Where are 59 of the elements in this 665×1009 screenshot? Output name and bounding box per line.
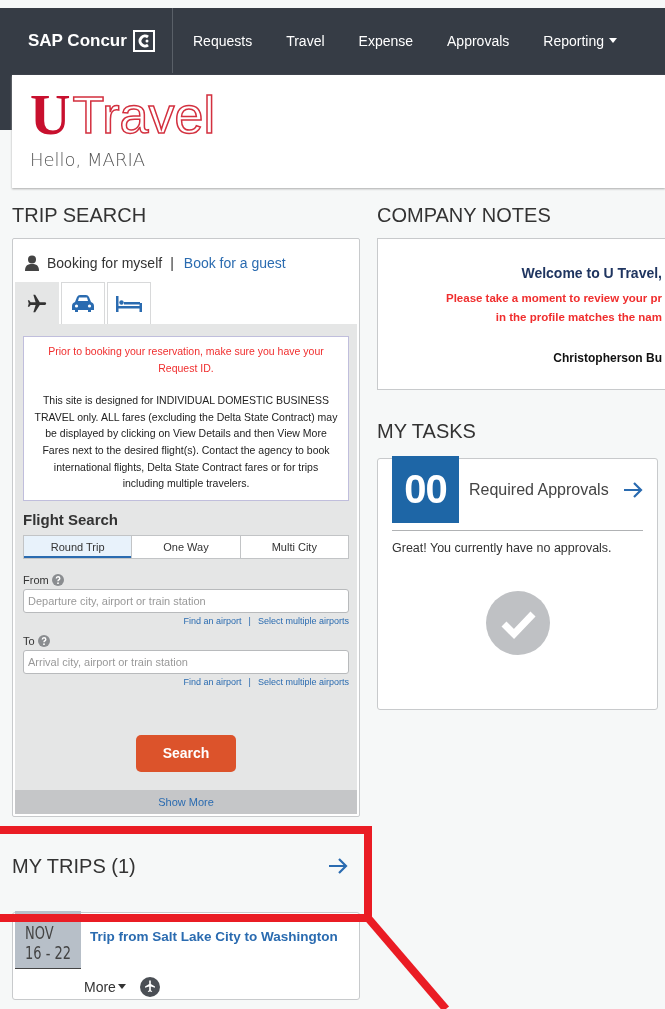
section-title: MY TRIPS (1) <box>12 854 136 878</box>
task-label: Required Approvals <box>469 480 610 499</box>
car-icon <box>71 293 95 314</box>
select-multiple-airports-link[interactable]: Select multiple airports <box>257 615 349 626</box>
section-title: TRIP SEARCH <box>12 204 148 228</box>
find-airport-link[interactable]: Find an airport <box>183 615 242 626</box>
separator: | <box>248 615 251 626</box>
bed-icon <box>115 294 143 313</box>
arrow-right-icon[interactable] <box>328 858 348 875</box>
nav-menu-item[interactable]: Reporting <box>526 32 634 49</box>
checkmark-icon <box>485 591 550 655</box>
trip-type-option[interactable]: Multi City <box>239 535 348 558</box>
select-multiple-airports-link[interactable]: Select multiple airports <box>257 676 349 687</box>
logo-mark: U <box>30 93 71 139</box>
form-title: Flight Search <box>23 510 120 528</box>
nav-menu-item[interactable]: Approvals <box>430 32 527 49</box>
approval-count: 00 <box>392 456 459 523</box>
separator: | <box>170 255 174 271</box>
airplane-icon <box>25 292 49 315</box>
find-airport-link[interactable]: Find an airport <box>183 676 242 687</box>
location-input[interactable]: Arrival city, airport or train station <box>23 649 349 674</box>
notice-warning: Prior to booking your reservation, make sure you have your Request ID. <box>47 344 325 376</box>
logo-icon <box>132 29 155 52</box>
more-menu-button[interactable]: More <box>84 978 126 995</box>
greeting: Hello, MARIA <box>30 149 147 170</box>
trip-type-option[interactable]: Round Trip <box>24 535 132 558</box>
nav-menu-item[interactable]: Travel <box>269 32 342 49</box>
separator: | <box>248 676 251 687</box>
person-icon <box>25 255 39 271</box>
section-title: COMPANY NOTES <box>377 204 552 228</box>
caret-icon <box>117 984 126 990</box>
notes-signature: Christopherson Bu <box>552 351 662 365</box>
trip-month: NOV <box>25 922 55 943</box>
brand-name[interactable]: SAP Concur <box>28 30 127 51</box>
book-for-guest-link[interactable]: Book for a guest <box>183 255 286 271</box>
trip-dates: 16 - 22 <box>25 942 73 963</box>
help-icon[interactable] <box>51 573 64 586</box>
notes-warning-line: Please take a moment to review your pr <box>444 291 662 306</box>
flight-tab[interactable] <box>15 282 59 324</box>
location-input[interactable]: Departure city, airport or train station <box>23 588 349 613</box>
search-button[interactable]: Search <box>136 734 236 772</box>
notice-text: This site is designed for INDIVIDUAL DOMESTIC BUSINESS TRAVEL only. ALL fares (excluding the Delta State Contract) may be displayed by clicking on View Details and then View More Fares next to the desired flight(s). Contact the agency to book international flights, Delta State Contract fares or for trips including multiple travelers. <box>34 393 338 492</box>
field-label: To <box>23 634 35 647</box>
welcome-heading: Welcome to U Travel, <box>520 265 662 281</box>
section-title: MY TASKS <box>377 420 477 444</box>
tasks-message: Great! You currently have no approvals. <box>392 541 613 555</box>
trip-title-link[interactable]: Trip from Salt Lake City to Washington <box>90 928 338 944</box>
nav-menu-item[interactable]: Expense <box>341 32 431 49</box>
help-icon[interactable] <box>37 634 50 647</box>
trip-type-option[interactable]: One Way <box>131 535 240 558</box>
car-tab[interactable] <box>61 282 105 324</box>
field-label: From <box>23 573 49 586</box>
booking-mode-label: Booking for myself <box>47 255 163 271</box>
logo-name: Travel <box>72 91 215 139</box>
airplane-icon <box>139 976 160 997</box>
nav-menu-item[interactable]: Requests <box>173 32 270 49</box>
hotel-tab[interactable] <box>107 282 151 324</box>
notes-warning-line: in the profile matches the nam <box>494 310 662 325</box>
arrow-right-icon[interactable] <box>623 481 643 498</box>
